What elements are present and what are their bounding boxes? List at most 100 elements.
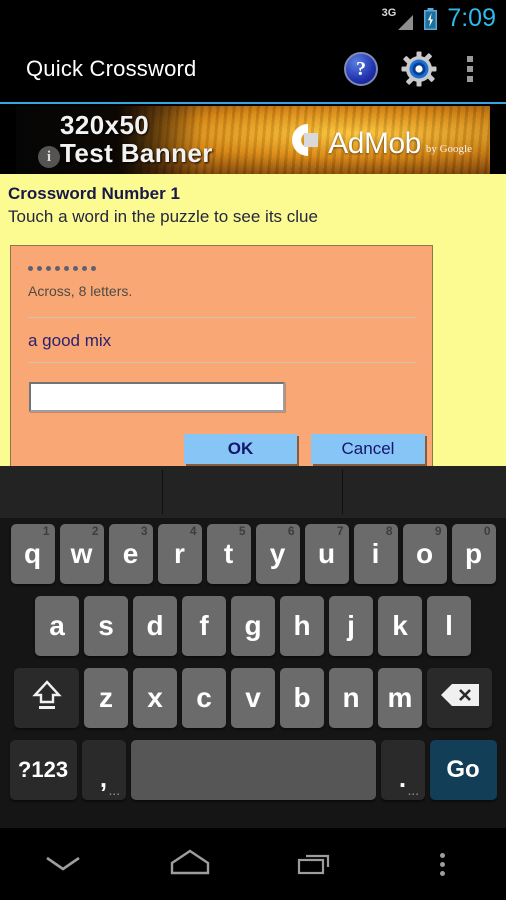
symbols-key[interactable]: ?123 xyxy=(9,740,77,800)
action-bar-icons: ? xyxy=(332,38,506,100)
key-label: , xyxy=(99,763,108,793)
key-label: h xyxy=(293,610,311,641)
key-g[interactable]: g xyxy=(231,596,275,656)
key-label: c xyxy=(196,682,212,713)
divider-top xyxy=(28,317,417,318)
page-title: Quick Crossword xyxy=(26,56,197,81)
comma-key[interactable]: , ... xyxy=(81,740,126,800)
backspace-key[interactable] xyxy=(427,668,492,728)
key-label: . xyxy=(398,763,407,793)
go-key[interactable]: Go xyxy=(429,740,497,800)
overflow-menu-icon xyxy=(467,56,473,82)
key-k[interactable]: k xyxy=(378,596,422,656)
shift-key[interactable] xyxy=(14,668,79,728)
admob-logo: AdMob by Google xyxy=(282,120,472,160)
home-button[interactable] xyxy=(127,828,254,900)
banner-size-label: 320x50 xyxy=(60,110,150,140)
key-hint: ... xyxy=(408,787,420,798)
cancel-button[interactable]: Cancel xyxy=(311,434,425,464)
recents-button[interactable] xyxy=(253,828,380,900)
status-bar: 3G 7:09 xyxy=(0,0,506,36)
key-label: m xyxy=(387,682,413,713)
key-label: ?123 xyxy=(17,757,69,782)
help-icon: ? xyxy=(344,52,378,86)
answer-letter-dots xyxy=(28,266,96,271)
key-label: k xyxy=(392,610,408,641)
key-label: l xyxy=(445,610,453,641)
key-label: a xyxy=(49,610,65,641)
action-bar: Quick Crossword ? xyxy=(0,36,506,102)
key-label: v xyxy=(245,682,261,713)
divider-bottom xyxy=(28,362,417,363)
key-hint: 0 xyxy=(483,524,491,538)
key-label: g xyxy=(244,610,262,641)
key-label: d xyxy=(146,610,164,641)
hide-keyboard-button[interactable] xyxy=(0,828,127,900)
home-icon xyxy=(168,847,212,882)
help-button[interactable]: ? xyxy=(332,38,390,100)
key-o[interactable]: 9o xyxy=(402,524,447,584)
suggestion-strip[interactable] xyxy=(0,466,506,518)
key-e[interactable]: 3e xyxy=(108,524,153,584)
key-f[interactable]: f xyxy=(182,596,226,656)
key-p[interactable]: 0p xyxy=(451,524,496,584)
key-i[interactable]: 8i xyxy=(353,524,398,584)
key-label: r xyxy=(174,538,185,569)
key-h[interactable]: h xyxy=(280,596,324,656)
clock-label: 7:09 xyxy=(447,4,496,32)
menu-dots-icon xyxy=(440,852,446,876)
soft-keyboard: 1q 2w 3e 4r 5t 6y 7u 8i 9o 0p a s d f g … xyxy=(0,466,506,828)
key-x[interactable]: x xyxy=(133,668,177,728)
key-y[interactable]: 6y xyxy=(255,524,300,584)
key-hint: 2 xyxy=(91,524,99,538)
network-type-label: 3G xyxy=(381,7,397,19)
key-v[interactable]: v xyxy=(231,668,275,728)
backspace-icon xyxy=(440,682,480,715)
key-label: o xyxy=(415,538,434,569)
key-hint: 3 xyxy=(140,524,148,538)
key-r[interactable]: 4r xyxy=(157,524,202,584)
answer-input[interactable] xyxy=(29,382,285,412)
key-label: Go xyxy=(446,756,480,783)
key-hint: 5 xyxy=(238,524,246,538)
key-hint: 4 xyxy=(189,524,197,538)
key-j[interactable]: j xyxy=(329,596,373,656)
key-label: y xyxy=(269,538,286,569)
keyboard-row-1: 1q 2w 3e 4r 5t 6y 7u 8i 9o 0p xyxy=(0,518,506,590)
crossword-content-area: Crossword Number 1 Touch a word in the p… xyxy=(0,174,506,466)
key-n[interactable]: n xyxy=(329,668,373,728)
overflow-menu-button[interactable] xyxy=(448,38,506,100)
hide-keyboard-chevron-icon xyxy=(41,850,85,879)
key-z[interactable]: z xyxy=(84,668,128,728)
key-u[interactable]: 7u xyxy=(304,524,349,584)
phone-screen: 3G 7:09 Quick Crossword ? 320x50 Test Ba… xyxy=(0,0,506,900)
key-w[interactable]: 2w xyxy=(59,524,104,584)
nav-menu-button[interactable] xyxy=(380,828,506,900)
ad-info-icon[interactable]: i xyxy=(38,146,60,168)
key-c[interactable]: c xyxy=(182,668,226,728)
ok-button[interactable]: OK xyxy=(184,434,297,464)
key-label: u xyxy=(317,538,336,569)
key-label: z xyxy=(99,682,113,713)
key-a[interactable]: a xyxy=(35,596,79,656)
key-hint: 6 xyxy=(287,524,295,538)
key-q[interactable]: 1q xyxy=(10,524,55,584)
settings-gear-icon xyxy=(401,51,437,87)
key-label: t xyxy=(223,538,234,569)
space-key[interactable] xyxy=(130,740,376,800)
key-m[interactable]: m xyxy=(378,668,422,728)
key-s[interactable]: s xyxy=(84,596,128,656)
key-b[interactable]: b xyxy=(280,668,324,728)
key-d[interactable]: d xyxy=(133,596,177,656)
crossword-instruction-label: Touch a word in the puzzle to see its cl… xyxy=(8,207,318,226)
admob-wordmark: AdMob xyxy=(328,127,421,160)
banner-text-label: Test Banner xyxy=(60,138,213,168)
admob-by-google-label: by Google xyxy=(425,143,472,155)
key-t[interactable]: 5t xyxy=(206,524,251,584)
key-hint: 7 xyxy=(336,524,344,538)
key-label: j xyxy=(347,610,355,641)
admob-test-banner[interactable]: 320x50 Test Banner i AdMob by Google xyxy=(16,106,490,174)
key-l[interactable]: l xyxy=(427,596,471,656)
settings-button[interactable] xyxy=(390,38,448,100)
period-key[interactable]: . ... xyxy=(380,740,425,800)
